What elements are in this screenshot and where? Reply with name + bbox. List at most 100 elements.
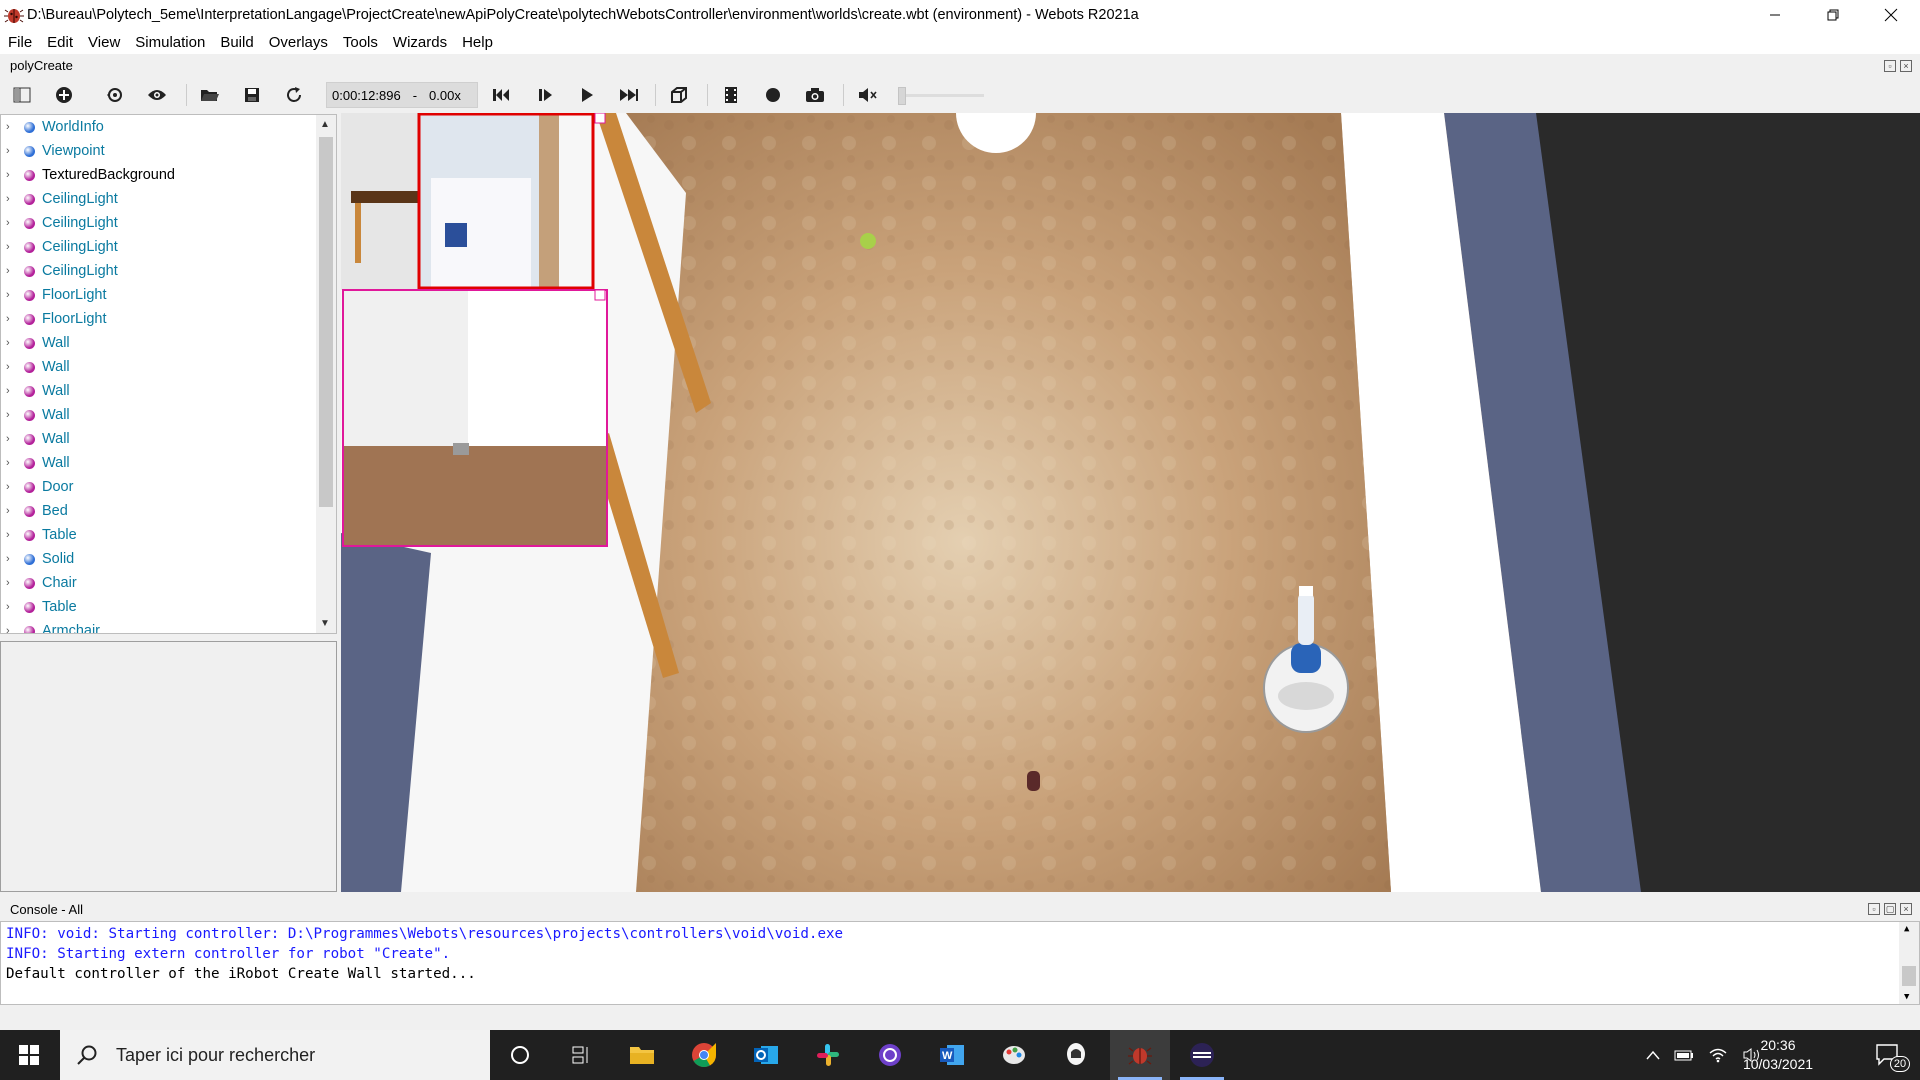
reset-viewpoint-button[interactable] bbox=[101, 82, 129, 108]
outlook-button[interactable] bbox=[736, 1030, 796, 1080]
scene-tree-node[interactable]: › Wall bbox=[1, 379, 314, 403]
expand-chevron-icon[interactable]: › bbox=[6, 625, 17, 633]
scene-tree-node[interactable]: › Table bbox=[1, 595, 314, 619]
open-world-button[interactable] bbox=[196, 82, 224, 108]
scene-tree-node[interactable]: › Wall bbox=[1, 355, 314, 379]
scene-tree-node[interactable]: › Wall bbox=[1, 451, 314, 475]
chrome-button[interactable] bbox=[674, 1030, 734, 1080]
record-movie-button[interactable] bbox=[717, 82, 745, 108]
scene-tree-node[interactable]: › FloorLight bbox=[1, 283, 314, 307]
cortana-button[interactable] bbox=[490, 1030, 550, 1080]
mute-button[interactable] bbox=[853, 82, 881, 108]
console-scrollbar[interactable]: ▲ ▼ bbox=[1899, 922, 1919, 1004]
scene-tree-scrollbar[interactable]: ▲ ▼ bbox=[316, 115, 336, 633]
menu-build[interactable]: Build bbox=[212, 34, 260, 51]
menu-tools[interactable]: Tools bbox=[335, 34, 385, 51]
expand-chevron-icon[interactable]: › bbox=[6, 241, 17, 253]
task-view-button[interactable] bbox=[550, 1030, 610, 1080]
slack-button[interactable] bbox=[798, 1030, 858, 1080]
expand-chevron-icon[interactable]: › bbox=[6, 289, 17, 301]
notification-center-button[interactable]: 20 bbox=[1862, 1030, 1914, 1080]
scroll-down-icon[interactable]: ▼ bbox=[320, 618, 330, 629]
scene-tree-node[interactable]: › CeilingLight bbox=[1, 235, 314, 259]
scene-tree-node[interactable]: › CeilingLight bbox=[1, 211, 314, 235]
scene-tree-node[interactable]: › Wall bbox=[1, 427, 314, 451]
scene-tree-node[interactable]: › Chair bbox=[1, 571, 314, 595]
expand-chevron-icon[interactable]: › bbox=[6, 601, 17, 613]
volume-slider-handle[interactable] bbox=[898, 87, 906, 105]
expand-chevron-icon[interactable]: › bbox=[6, 529, 17, 541]
record-animation-button[interactable] bbox=[759, 82, 787, 108]
menu-simulation[interactable]: Simulation bbox=[127, 34, 212, 51]
taskbar-search[interactable]: Taper ici pour rechercher bbox=[60, 1030, 490, 1080]
close-panel-button[interactable]: × bbox=[1900, 60, 1912, 72]
menu-view[interactable]: View bbox=[80, 34, 127, 51]
scroll-up-icon[interactable]: ▲ bbox=[320, 119, 330, 130]
scroll-up-icon[interactable]: ▲ bbox=[1904, 924, 1909, 934]
expand-chevron-icon[interactable]: › bbox=[6, 409, 17, 421]
start-button[interactable] bbox=[0, 1030, 58, 1080]
reset-simulation-button[interactable] bbox=[487, 82, 515, 108]
expand-chevron-icon[interactable]: › bbox=[6, 313, 17, 325]
menu-file[interactable]: File bbox=[0, 34, 39, 51]
restore-button[interactable] bbox=[1804, 0, 1862, 30]
close-button[interactable] bbox=[1862, 0, 1920, 30]
play-button[interactable] bbox=[573, 82, 601, 108]
scene-tree-node[interactable]: › Table bbox=[1, 523, 314, 547]
console-maximize-button[interactable]: ▢ bbox=[1884, 903, 1896, 915]
expand-chevron-icon[interactable]: › bbox=[6, 385, 17, 397]
scene-tree-node[interactable]: › FloorLight bbox=[1, 307, 314, 331]
github-desktop-button[interactable] bbox=[860, 1030, 920, 1080]
scene-tree-node[interactable]: › Solid bbox=[1, 547, 314, 571]
add-node-button[interactable] bbox=[50, 82, 78, 108]
scene-tree-node[interactable]: › Armchair bbox=[1, 619, 314, 633]
expand-chevron-icon[interactable]: › bbox=[6, 457, 17, 469]
scene-tree-node[interactable]: › CeilingLight bbox=[1, 187, 314, 211]
volume-slider[interactable] bbox=[898, 87, 984, 105]
scene-tree-node[interactable]: › WorldInfo bbox=[1, 115, 314, 139]
scrollbar-thumb[interactable] bbox=[1902, 966, 1916, 986]
resize-handle[interactable] bbox=[954, 891, 962, 895]
step-button[interactable] bbox=[531, 82, 559, 108]
expand-chevron-icon[interactable]: › bbox=[6, 505, 17, 517]
expand-chevron-icon[interactable]: › bbox=[6, 145, 17, 157]
reload-world-button[interactable] bbox=[280, 82, 308, 108]
app-button[interactable] bbox=[1046, 1030, 1106, 1080]
taskbar-clock[interactable]: 20:36 10/03/2021 bbox=[1738, 1036, 1818, 1074]
battery-icon[interactable] bbox=[1674, 1049, 1694, 1061]
expand-chevron-icon[interactable]: › bbox=[6, 553, 17, 565]
expand-chevron-icon[interactable]: › bbox=[6, 193, 17, 205]
scene-tree-node[interactable]: › Bed bbox=[1, 499, 314, 523]
expand-chevron-icon[interactable]: › bbox=[6, 169, 17, 181]
float-panel-button[interactable]: ▫ bbox=[1884, 60, 1896, 72]
fast-forward-button[interactable] bbox=[615, 82, 643, 108]
expand-chevron-icon[interactable]: › bbox=[6, 121, 17, 133]
scene-tree-node[interactable]: › Wall bbox=[1, 403, 314, 427]
expand-chevron-icon[interactable]: › bbox=[6, 217, 17, 229]
menu-overlays[interactable]: Overlays bbox=[261, 34, 335, 51]
3d-view[interactable] bbox=[341, 113, 1920, 892]
expand-chevron-icon[interactable]: › bbox=[6, 433, 17, 445]
menu-edit[interactable]: Edit bbox=[39, 34, 80, 51]
view-options-button[interactable] bbox=[143, 82, 171, 108]
expand-chevron-icon[interactable]: › bbox=[6, 361, 17, 373]
scene-tree-node[interactable]: › CeilingLight bbox=[1, 259, 314, 283]
expand-chevron-icon[interactable]: › bbox=[6, 265, 17, 277]
screenshot-button[interactable] bbox=[801, 82, 829, 108]
webots-button[interactable] bbox=[1110, 1030, 1170, 1080]
menu-wizards[interactable]: Wizards bbox=[385, 34, 454, 51]
scene-tree-node[interactable]: › Door bbox=[1, 475, 314, 499]
scroll-down-icon[interactable]: ▼ bbox=[1904, 992, 1909, 1002]
file-explorer-button[interactable] bbox=[612, 1030, 672, 1080]
scene-tree-node[interactable]: › Viewpoint bbox=[1, 139, 314, 163]
chevron-up-icon[interactable] bbox=[1646, 1050, 1660, 1060]
console-output[interactable]: INFO: void: Starting controller: D:\Prog… bbox=[0, 921, 1920, 1005]
toggle-scene-tree-button[interactable] bbox=[8, 82, 36, 108]
expand-chevron-icon[interactable]: › bbox=[6, 577, 17, 589]
expand-chevron-icon[interactable]: › bbox=[6, 337, 17, 349]
scene-tree-node[interactable]: › Wall bbox=[1, 331, 314, 355]
console-float-button[interactable]: ▫ bbox=[1868, 903, 1880, 915]
scrollbar-thumb[interactable] bbox=[319, 137, 333, 507]
console-close-button[interactable]: × bbox=[1900, 903, 1912, 915]
render-toggle-button[interactable] bbox=[665, 82, 693, 108]
